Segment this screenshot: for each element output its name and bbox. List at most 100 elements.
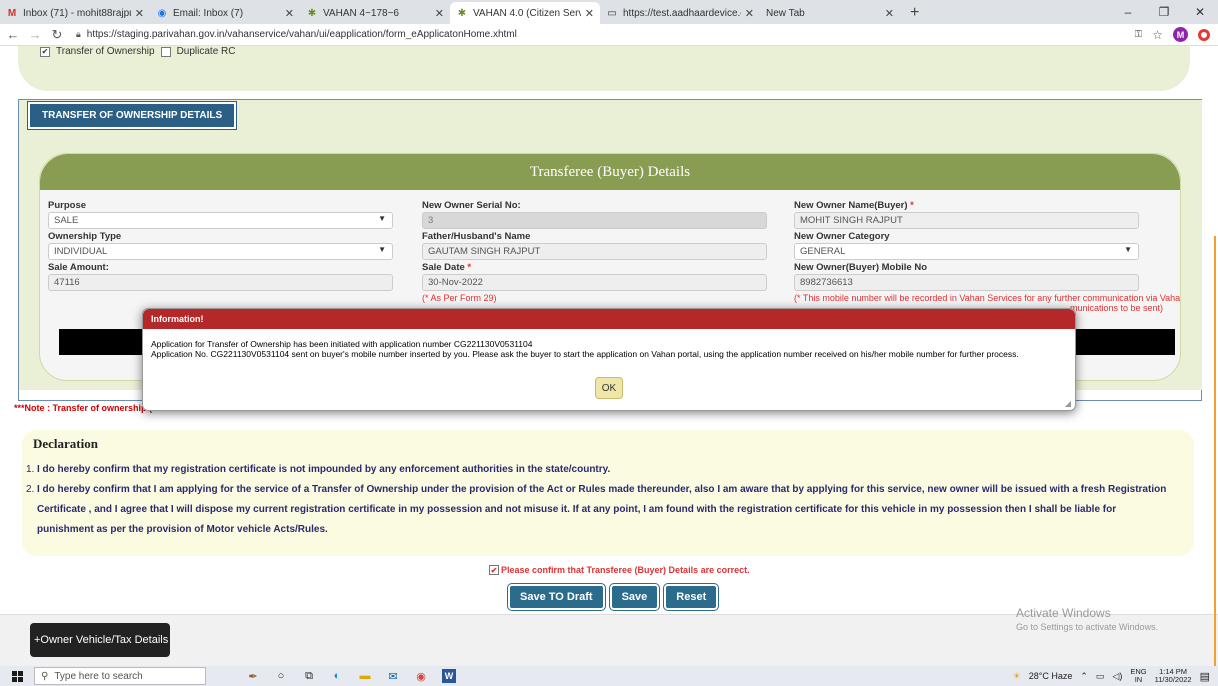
ownership-type-value: INDIVIDUAL [54,246,108,257]
search-placeholder: Type here to search [54,670,143,682]
transfer-note: ***Note : Transfer of ownership ( [14,403,153,413]
reset-button[interactable]: Reset [664,584,719,610]
chevron-down-icon: ▼ [378,214,386,223]
owner-category-label: New Owner Category [794,231,890,242]
tab-title: Email: Inbox (7) [173,7,244,19]
transfer-ownership-checkbox[interactable]: ✔ [40,46,50,57]
taskbar-apps: ✒ ○ ⧉ ◐ ▬ ✉ ◉ W [246,669,456,683]
declaration-item: 2. I do hereby confirm that I am applying… [26,484,1167,495]
dialog-message-line2: Application No. CG221130V0531104 sent on… [151,349,1019,359]
checkbox-label: Transfer of Ownership [56,46,155,57]
close-icon[interactable]: ✕ [745,7,754,20]
chevron-up-icon[interactable]: ⌃ [1080,671,1088,682]
edge-icon[interactable]: ◐ [330,669,344,683]
browser-tab-new[interactable]: New Tab ✕ [760,2,900,24]
declaration-panel: Declaration 1. I do hereby confirm that m… [22,430,1194,556]
clock[interactable]: 1:14 PM 11/30/2022 [1155,668,1192,684]
profile-avatar[interactable]: M [1173,27,1188,42]
back-arrow-icon[interactable]: ← [4,27,22,42]
new-tab-button[interactable]: + [900,2,929,24]
reload-icon[interactable]: ↻ [48,27,66,43]
close-icon[interactable]: ✕ [285,7,294,20]
scrollbar[interactable] [1214,236,1216,666]
cortana-icon[interactable]: ○ [274,669,288,683]
close-icon[interactable]: ✕ [585,7,594,20]
tab-title: https://test.aadhaardevice.com [623,7,741,19]
tab-title: VAHAN 4.0 (Citizen Services)--sva [473,7,581,19]
browser-tab-vahan-citizen[interactable]: ✱ VAHAN 4.0 (Citizen Services)--sva ✕ [450,2,600,24]
lock-icon: 🔒︎ [76,29,81,39]
star-icon[interactable]: ☆ [1152,28,1163,42]
minimize-button[interactable]: – [1110,0,1146,24]
windows-logo-icon [11,670,23,682]
confirm-checkbox[interactable]: ✔ [489,565,499,575]
task-view-icon[interactable]: ⧉ [302,669,316,683]
checkbox-label: Duplicate RC [176,46,236,57]
owner-name-field[interactable]: MOHIT SINGH RAJPUT [794,212,1139,229]
sale-amount-field[interactable]: 47116 [48,274,393,291]
owner-category-value: GENERAL [800,246,846,257]
purpose-label: Purpose [48,200,87,211]
father-name-label: Father/Husband's Name [422,231,531,242]
sale-date-field[interactable]: 30-Nov-2022 [422,274,767,291]
dialog-message-line1: Application for Transfer of Ownership ha… [151,339,533,349]
declaration-item: punishment as per the provision of Motor… [37,524,328,535]
weather-text[interactable]: 28°C Haze [1029,671,1073,681]
duplicate-rc-checkbox[interactable] [160,46,171,57]
language-indicator[interactable]: ENG IN [1130,668,1146,684]
close-icon[interactable]: ✕ [435,7,444,20]
save-button[interactable]: Save [609,584,660,610]
mobile-field[interactable]: 8982736613 [794,274,1139,291]
weather-icon: ☀ [1012,670,1021,681]
activate-title: Activate Windows [1016,606,1111,620]
taskbar-search[interactable]: ⚲ Type here to search [34,667,206,685]
mail-icon[interactable]: ✉ [386,669,400,683]
tab-title: New Tab [766,7,805,19]
notification-icon[interactable]: ▤ [1200,670,1210,683]
ok-button[interactable]: OK [595,377,623,399]
browser-tab-email[interactable]: ◉ Email: Inbox (7) ✕ [150,2,300,24]
confirm-row: ✔ Please confirm that Transferee (Buyer)… [489,565,750,575]
close-icon[interactable]: ✕ [885,7,894,20]
gmail-icon: M [7,7,17,19]
declaration-item: Certificate , and I agree that I will di… [37,504,1117,515]
owner-name-label: New Owner Name(Buyer) * [794,200,914,211]
confirm-text: Please confirm that Transferee (Buyer) D… [501,565,750,575]
father-name-field[interactable]: GAUTAM SINGH RAJPUT [422,243,767,260]
page-icon: ▭ [607,7,617,19]
form-column-left: Purpose SALE ▼ Ownership Type INDIVIDUAL… [48,200,393,293]
owner-category-select[interactable]: GENERAL ▼ [794,243,1139,260]
resize-grip-icon[interactable]: ◢ [1065,399,1071,408]
word-icon[interactable]: W [442,669,456,683]
key-icon[interactable]: ⚿ [1135,29,1143,40]
save-draft-button[interactable]: Save TO Draft [508,584,605,610]
volume-icon[interactable]: ◁) [1112,671,1122,682]
section-tab[interactable]: TRANSFER OF OWNERSHIP DETAILS [28,102,237,129]
extension-icon[interactable] [1198,28,1210,41]
forward-arrow-icon[interactable]: → [26,27,44,42]
owner-vehicle-tax-button[interactable]: +Owner Vehicle/Tax Details [30,623,170,657]
restore-button[interactable]: ❐ [1146,0,1182,24]
chrome-icon[interactable]: ◉ [414,669,428,683]
pinned-app-icon[interactable]: ✒ [246,669,260,683]
browser-tab-gmail[interactable]: M Inbox (71) - mohit88rajput@gma ✕ [0,2,150,24]
form-column-middle: New Owner Serial No: 3 Father/Husband's … [422,200,767,303]
browser-tab-vahan-178[interactable]: ✱ VAHAN 4~178~6 ✕ [300,2,450,24]
close-window-button[interactable]: ✕ [1182,0,1218,24]
file-explorer-icon[interactable]: ▬ [358,669,372,683]
mobile-label: New Owner(Buyer) Mobile No [794,262,928,273]
chevron-down-icon: ▼ [378,245,386,254]
purpose-select[interactable]: SALE ▼ [48,212,393,229]
network-icon[interactable]: ▭ [1096,671,1105,682]
url-field[interactable]: 🔒︎ https://staging.parivahan.gov.in/vaha… [76,29,517,40]
browser-tab-bar: M Inbox (71) - mohit88rajput@gma ✕ ◉ Ema… [0,0,1218,24]
system-tray: ☀ 28°C Haze ⌃ ▭ ◁) ENG IN 1:14 PM 11/30/… [1013,666,1210,686]
chevron-down-icon: ▼ [1124,245,1132,254]
form-column-right: New Owner Name(Buyer) * MOHIT SINGH RAJP… [794,200,1180,313]
vahan-icon: ✱ [307,7,317,19]
information-dialog: Information! Application for Transfer of… [142,308,1076,411]
start-button[interactable] [6,670,28,682]
close-icon[interactable]: ✕ [135,7,144,20]
ownership-type-select[interactable]: INDIVIDUAL ▼ [48,243,393,260]
browser-tab-aadhaar[interactable]: ▭ https://test.aadhaardevice.com ✕ [600,2,760,24]
